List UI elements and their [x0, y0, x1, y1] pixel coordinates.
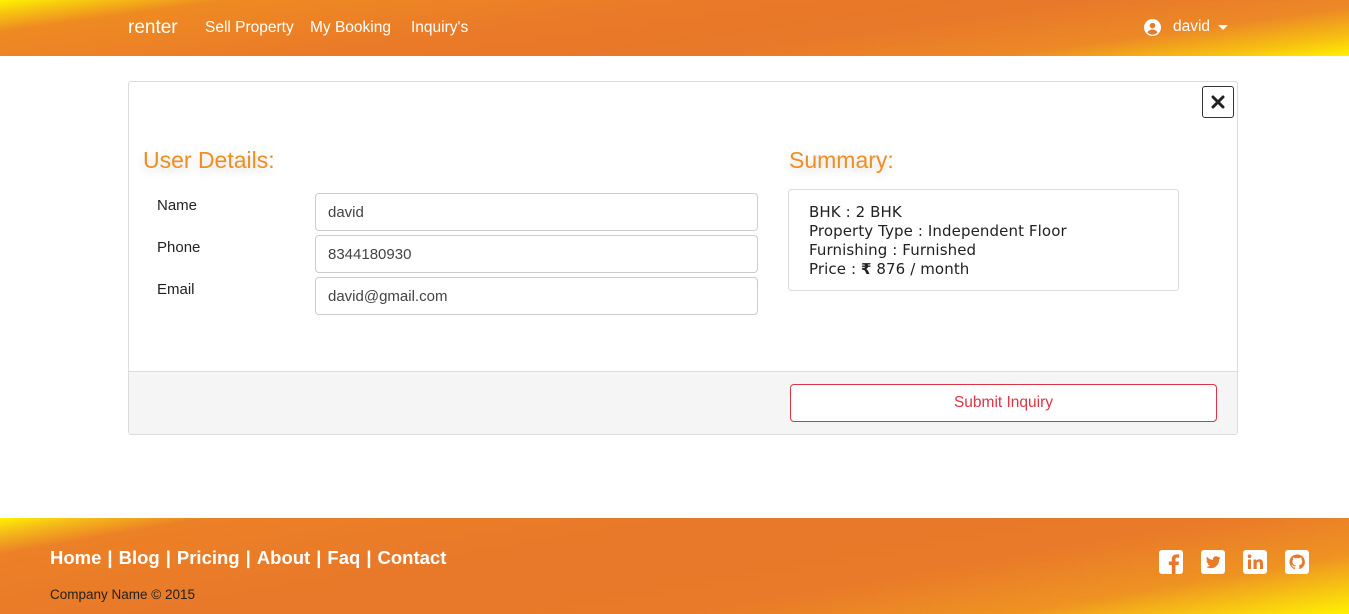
footer-separator: |	[316, 547, 322, 568]
footer-link-home[interactable]: Home	[50, 547, 101, 569]
summary-property-type: Property Type : Independent Floor	[809, 222, 1067, 240]
footer-separator: |	[366, 547, 372, 568]
footer-link-pricing[interactable]: Pricing	[177, 547, 240, 569]
card-footer: Submit Inquiry	[129, 371, 1237, 434]
name-label: Name	[157, 197, 198, 214]
nav-sell-property[interactable]: Sell Property	[205, 19, 294, 37]
summary-price: Price : ₹ 876 / month	[809, 260, 1158, 279]
rupee-icon: ₹	[860, 260, 872, 278]
footer-link-about[interactable]: About	[257, 547, 310, 569]
user-dropdown[interactable]: david	[1144, 18, 1229, 36]
linkedin-icon[interactable]	[1242, 549, 1268, 575]
summary-bhk: BHK : 2 BHK	[809, 203, 902, 221]
footer-link-blog[interactable]: Blog	[119, 547, 160, 569]
user-name: david	[1173, 18, 1211, 35]
summary-box: BHK : 2 BHK Property Type : Independent …	[788, 189, 1179, 291]
copyright: Company Name © 2015	[50, 587, 196, 602]
footer-link-contact[interactable]: Contact	[378, 547, 447, 569]
facebook-icon[interactable]	[1158, 549, 1184, 575]
chevron-down-icon	[1218, 24, 1229, 30]
user-details-title: User Details:	[143, 147, 275, 173]
user-circle-icon	[1144, 18, 1161, 36]
summary-furnishing: Furnishing : Furnished	[809, 241, 977, 259]
email-label: Email	[157, 281, 195, 298]
top-navbar: renter Sell Property My Booking Inquiry'…	[0, 0, 1349, 56]
name-field[interactable]	[315, 193, 758, 231]
footer-separator: |	[245, 547, 251, 568]
price-label: Price :	[809, 260, 861, 278]
footer-link-faq[interactable]: Faq	[327, 547, 360, 569]
twitter-icon[interactable]	[1200, 549, 1226, 575]
github-icon[interactable]	[1284, 549, 1310, 575]
nav-inquiries[interactable]: Inquiry's	[411, 19, 468, 37]
nav-my-booking[interactable]: My Booking	[310, 19, 391, 37]
phone-label: Phone	[157, 239, 201, 256]
page-footer: Home | Blog | Pricing | About | Faq | Co…	[0, 518, 1349, 614]
submit-inquiry-button[interactable]: Submit Inquiry	[790, 384, 1217, 422]
footer-links: Home | Blog | Pricing | About | Faq | Co…	[50, 547, 446, 569]
summary-title: Summary:	[789, 147, 894, 173]
footer-separator: |	[165, 547, 171, 568]
footer-separator: |	[107, 547, 113, 568]
price-value: 876 / month	[871, 260, 970, 278]
close-button[interactable]	[1202, 86, 1234, 118]
inquiry-card: User Details: Name Phone Email Summary: …	[128, 81, 1238, 435]
phone-field[interactable]	[315, 235, 758, 273]
close-icon	[1211, 95, 1225, 109]
brand-logo[interactable]: renter	[128, 17, 178, 39]
email-field[interactable]	[315, 277, 758, 315]
